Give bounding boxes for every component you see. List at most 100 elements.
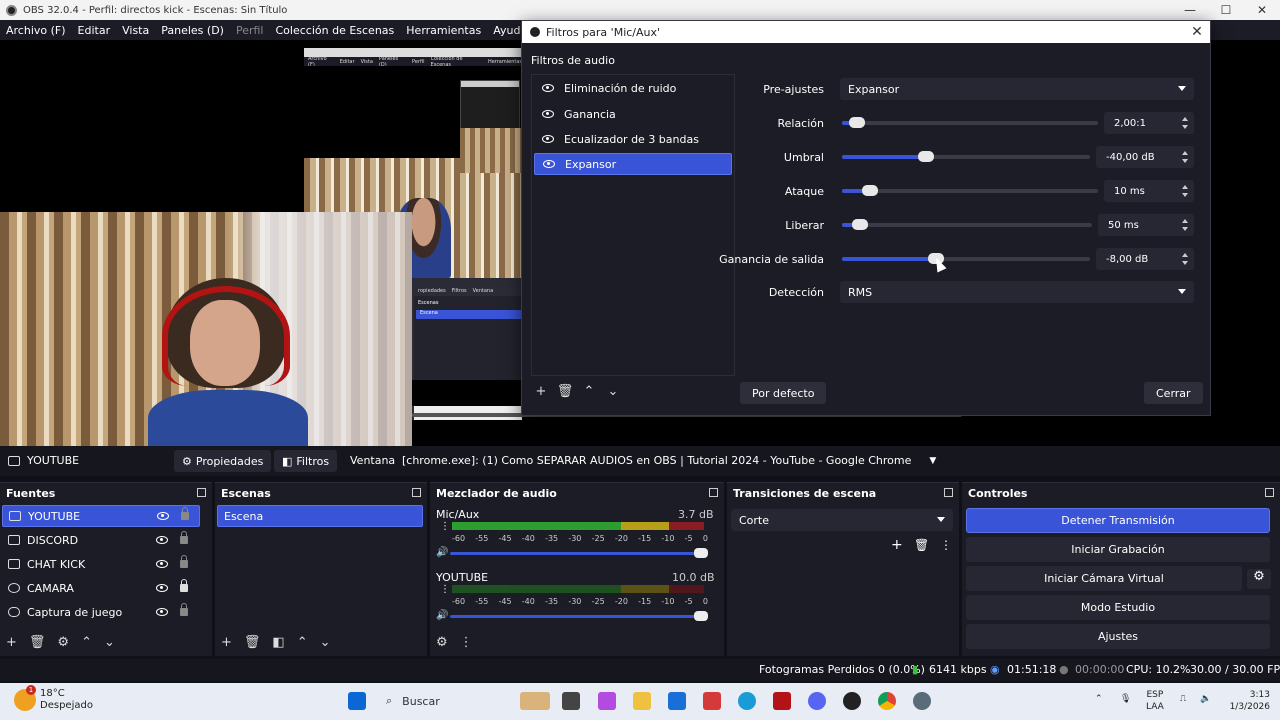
eye-icon[interactable] (542, 135, 554, 143)
settings-button[interactable]: Ajustes (966, 624, 1270, 649)
volume-icon[interactable]: 🔈 (1200, 693, 1211, 705)
undock-icon[interactable] (1265, 488, 1274, 497)
move-down-button[interactable]: ⌄ (104, 635, 115, 650)
file-explorer-icon[interactable] (633, 692, 651, 710)
taskbar-search[interactable]: ⌕ Buscar (380, 689, 500, 713)
studio-mode-button[interactable]: Modo Estudio (966, 595, 1270, 620)
remove-filter-button[interactable]: 🗑 (556, 382, 574, 400)
eye-icon[interactable] (543, 160, 555, 168)
speaker-icon[interactable]: 🔊 (436, 547, 448, 558)
volume-slider[interactable] (450, 611, 708, 621)
add-source-button[interactable]: + (6, 635, 17, 650)
preset-dropdown[interactable]: Expansor (840, 78, 1194, 100)
eye-icon[interactable] (542, 110, 554, 118)
threshold-slider[interactable] (842, 151, 1090, 162)
properties-button[interactable]: ⚙ Propiedades (174, 450, 272, 472)
slider-handle[interactable] (849, 117, 866, 128)
maximize-button[interactable]: ☐ (1208, 0, 1244, 20)
windows-start-icon[interactable] (348, 692, 366, 710)
window-selector[interactable]: [chrome.exe]: (1) Como SEPARAR AUDIOS en… (402, 454, 936, 467)
menu-edit[interactable]: Editar (78, 24, 111, 37)
source-item-youtube[interactable]: YOUTUBE (2, 505, 200, 527)
edge-icon[interactable] (738, 692, 756, 710)
unlock-icon[interactable] (180, 531, 188, 544)
mixer-settings-gear-icon[interactable]: ⚙ (436, 635, 448, 650)
undock-icon[interactable] (944, 488, 953, 497)
defaults-button[interactable]: Por defecto (740, 382, 827, 404)
eye-icon[interactable] (157, 512, 169, 520)
slider-handle[interactable] (851, 219, 868, 230)
eye-icon[interactable] (156, 560, 168, 568)
add-filter-button[interactable]: + (532, 382, 550, 400)
source-item-chat-kick[interactable]: CHAT KICK (2, 553, 200, 575)
transition-menu-icon[interactable]: ⋮ (940, 538, 952, 552)
scene-item[interactable]: Escena (217, 505, 423, 527)
add-transition-button[interactable]: + (891, 537, 903, 553)
remove-source-button[interactable]: 🗑 (29, 635, 46, 650)
store-icon[interactable] (668, 692, 686, 710)
source-item-discord[interactable]: DISCORD (2, 529, 200, 551)
move-up-button[interactable]: ⌃ (297, 635, 308, 650)
virtual-camera-gear-icon[interactable]: ⚙ (1247, 569, 1271, 589)
eye-icon[interactable] (156, 608, 168, 616)
spin-down-icon[interactable] (1182, 159, 1188, 163)
remove-transition-button[interactable]: 🗑 (914, 538, 929, 552)
close-window-button[interactable]: ✕ (1244, 0, 1280, 20)
mixer-menu-icon[interactable]: ⋮ (460, 635, 473, 650)
spin-down-icon[interactable] (1182, 193, 1188, 197)
discord-icon[interactable] (808, 692, 826, 710)
weather-widget[interactable]: 18°C Despejado (40, 688, 93, 712)
tray-chevron-up-icon[interactable]: ⌃ (1095, 693, 1103, 705)
move-down-button[interactable]: ⌄ (320, 635, 331, 650)
attack-slider[interactable] (842, 185, 1098, 196)
copilot-icon[interactable] (598, 692, 616, 710)
spin-up-icon[interactable] (1182, 117, 1188, 121)
clock[interactable]: 3:13 1/3/2026 (1226, 689, 1270, 713)
source-item-camara[interactable]: CAMARA (2, 577, 200, 599)
chrome-icon[interactable] (878, 692, 896, 710)
threshold-spinbox[interactable]: -40,00 dB (1096, 146, 1194, 168)
close-dialog-button[interactable]: Cerrar (1144, 382, 1203, 404)
channel-menu-icon[interactable]: ⋮ (440, 584, 450, 595)
widgets-icon[interactable] (520, 692, 550, 710)
move-up-button[interactable]: ⌃ (81, 635, 92, 650)
menu-file[interactable]: Archivo (F) (6, 24, 66, 37)
spin-up-icon[interactable] (1182, 185, 1188, 189)
obs-taskbar-icon[interactable] (843, 692, 861, 710)
language-indicator[interactable]: ESP LAA (1146, 689, 1164, 713)
attack-spinbox[interactable]: 10 ms (1104, 180, 1194, 202)
move-up-button[interactable]: ⌃ (580, 382, 598, 400)
spin-up-icon[interactable] (1182, 151, 1188, 155)
output-gain-slider[interactable] (842, 253, 1090, 264)
release-spinbox[interactable]: 50 ms (1098, 214, 1194, 236)
menu-scene-collection[interactable]: Colección de Escenas (276, 24, 395, 37)
undock-icon[interactable] (412, 488, 421, 497)
filter-item-expander[interactable]: Expansor (534, 153, 732, 175)
filter-item-gain[interactable]: Ganancia (534, 103, 732, 125)
ratio-spinbox[interactable]: 2,00:1 (1104, 112, 1194, 134)
spin-down-icon[interactable] (1182, 261, 1188, 265)
app-red-icon[interactable] (703, 692, 721, 710)
task-view-icon[interactable] (562, 692, 580, 710)
minimize-button[interactable]: — (1172, 0, 1208, 20)
spin-down-icon[interactable] (1182, 125, 1188, 129)
eye-icon[interactable] (156, 584, 168, 592)
speaker-icon[interactable]: 🔊 (436, 610, 448, 621)
network-icon[interactable]: ⎍ (1180, 693, 1186, 705)
slider-handle[interactable] (918, 151, 935, 162)
ratio-slider[interactable] (842, 117, 1098, 128)
undock-icon[interactable] (197, 488, 206, 497)
output-gain-spinbox[interactable]: -8,00 dB (1096, 248, 1194, 270)
scene-filters-icon[interactable]: ◧ (272, 635, 284, 650)
spin-up-icon[interactable] (1182, 219, 1188, 223)
add-scene-button[interactable]: + (221, 635, 232, 650)
slider-handle[interactable] (862, 185, 879, 196)
acrobat-icon[interactable] (773, 692, 791, 710)
eye-icon[interactable] (542, 84, 554, 92)
channel-menu-icon[interactable]: ⋮ (440, 521, 450, 532)
eye-icon[interactable] (156, 536, 168, 544)
remove-scene-button[interactable]: 🗑 (244, 635, 261, 650)
menu-profile[interactable]: Perfil (236, 24, 264, 37)
filter-item-3band-eq[interactable]: Ecualizador de 3 bandas (534, 128, 732, 150)
spin-up-icon[interactable] (1182, 253, 1188, 257)
